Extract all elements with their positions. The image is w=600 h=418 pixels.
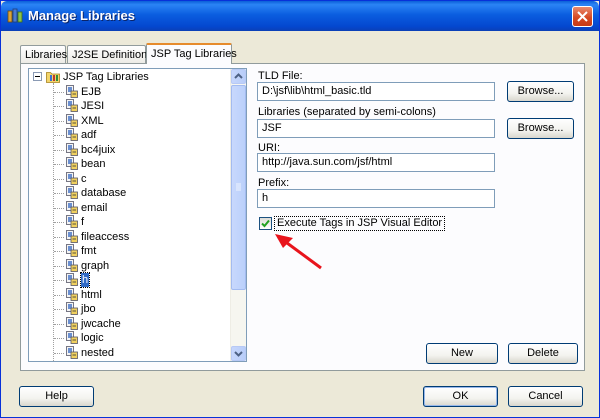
tag-library-icon (66, 113, 78, 127)
tag-library-icon (66, 142, 78, 156)
tree-item-label: bc4juix (81, 143, 116, 156)
tag-library-icon (66, 287, 78, 301)
chevron-down-icon (234, 351, 243, 357)
browse-tld-button[interactable]: Browse... (507, 81, 574, 102)
library-tree[interactable]: JSP Tag Libraries EJB JESI XML adf bc4juix bea… (28, 68, 247, 362)
tree-item-label: XML (81, 114, 104, 127)
help-button[interactable]: Help (19, 386, 94, 407)
close-button[interactable] (572, 6, 593, 27)
tree-item-label: jbo (81, 303, 96, 315)
tree-item-label: fmt (81, 245, 97, 257)
scroll-up-button[interactable] (231, 69, 246, 84)
browse-libraries-button[interactable]: Browse... (507, 118, 574, 139)
tag-library-icon (66, 171, 78, 185)
tree-item-label: logic (81, 332, 104, 344)
tree-item[interactable]: bean (29, 157, 229, 171)
ok-button[interactable]: OK (423, 386, 498, 407)
tree-item[interactable]: JESI (29, 99, 229, 113)
tag-library-icon (66, 99, 78, 112)
tree-item-label: JESI (81, 100, 105, 112)
tree-item[interactable]: jbo (29, 302, 229, 316)
red-arrow-annotation (275, 234, 322, 270)
tree-item-label: f (81, 216, 85, 228)
tag-library-icon (66, 345, 78, 359)
tld-file-label: TLD File: (258, 70, 303, 82)
tree-item[interactable]: html (29, 287, 229, 302)
tree-root[interactable]: JSP Tag Libraries (29, 70, 229, 84)
tree-item-label: jwcache (81, 317, 121, 330)
tld-file-field[interactable]: D:\jsf\lib\html_basic.tld (257, 82, 495, 101)
scroll-down-button[interactable] (231, 346, 246, 361)
tag-library-icon (66, 258, 78, 272)
scroll-thumb[interactable] (231, 85, 246, 290)
tree-item-label: fileaccess (81, 230, 130, 243)
checkmark-icon (261, 219, 270, 228)
tag-library-icon (66, 316, 78, 330)
title-bar[interactable]: Manage Libraries (1, 1, 599, 31)
tree-item[interactable]: XML (29, 113, 229, 128)
tree-item[interactable]: h (29, 272, 229, 288)
tab-j2se-definitions[interactable]: J2SE Definitions (67, 45, 153, 63)
prefix-label: Prefix: (258, 177, 290, 189)
tree-item-label: graph (81, 259, 110, 272)
tree-item[interactable]: jwcache (29, 316, 229, 331)
grip-icon (236, 183, 241, 191)
tag-library-icon (66, 331, 78, 344)
libraries-field[interactable]: JSF (257, 119, 495, 138)
tree-item-label: database (81, 187, 127, 199)
tab-libraries[interactable]: Libraries (20, 45, 67, 63)
window-title: Manage Libraries (28, 8, 135, 23)
libraries-label: Libraries (separated by semi-colons) (258, 106, 436, 118)
tree-item[interactable]: EJB (29, 84, 229, 99)
tree-item-label: html (81, 288, 102, 301)
tag-library-icon (66, 157, 78, 170)
tree-root-label: JSP Tag Libraries (63, 71, 149, 83)
tree-item-label: email (81, 201, 108, 214)
tag-library-icon (66, 273, 78, 286)
tree-item[interactable]: database (29, 186, 229, 200)
tree-item[interactable]: fmt (29, 244, 229, 258)
tree-scrollbar[interactable] (230, 69, 246, 361)
chevron-up-icon (234, 73, 243, 79)
tag-library-icon (66, 302, 78, 315)
new-button[interactable]: New (426, 343, 498, 364)
tag-library-icon (66, 229, 78, 243)
tree-item-label: adf (81, 129, 97, 141)
tag-library-icon (66, 128, 78, 141)
tree-item[interactable]: graph (29, 258, 229, 273)
tree-item-label: bean (81, 158, 106, 170)
tree-item[interactable]: nested (29, 345, 229, 360)
folder-library-icon (46, 72, 60, 83)
tree-item-label: c (81, 172, 87, 185)
cancel-button[interactable]: Cancel (508, 386, 583, 407)
tag-library-icon (66, 244, 78, 257)
tag-library-icon (66, 186, 78, 199)
tree-item[interactable]: f (29, 215, 229, 229)
delete-button[interactable]: Delete (508, 343, 578, 364)
tree-item[interactable]: adf (29, 128, 229, 142)
tab-jsp-tag-libraries[interactable]: JSP Tag Libraries (146, 43, 237, 64)
tag-library-icon (66, 84, 78, 98)
prefix-field[interactable]: h (257, 189, 495, 208)
tree-item-label: h (79, 272, 91, 288)
tree-item-label: nested (81, 346, 115, 359)
tree-item[interactable]: fileaccess (29, 229, 229, 244)
close-icon (577, 11, 588, 22)
tree-item[interactable]: bc4juix (29, 142, 229, 157)
tag-library-icon (66, 215, 78, 228)
tree-item[interactable]: email (29, 200, 229, 215)
tree-item[interactable]: c (29, 171, 229, 186)
uri-field[interactable]: http://java.sun.com/jsf/html (257, 153, 495, 172)
tree-item[interactable]: logic (29, 331, 229, 345)
tag-library-icon (66, 200, 78, 214)
library-books-icon (7, 8, 23, 23)
manage-libraries-dialog: Manage Libraries Libraries J2SE Definiti… (0, 0, 600, 418)
tree-item-label: EJB (81, 85, 102, 98)
collapse-icon (33, 72, 42, 81)
